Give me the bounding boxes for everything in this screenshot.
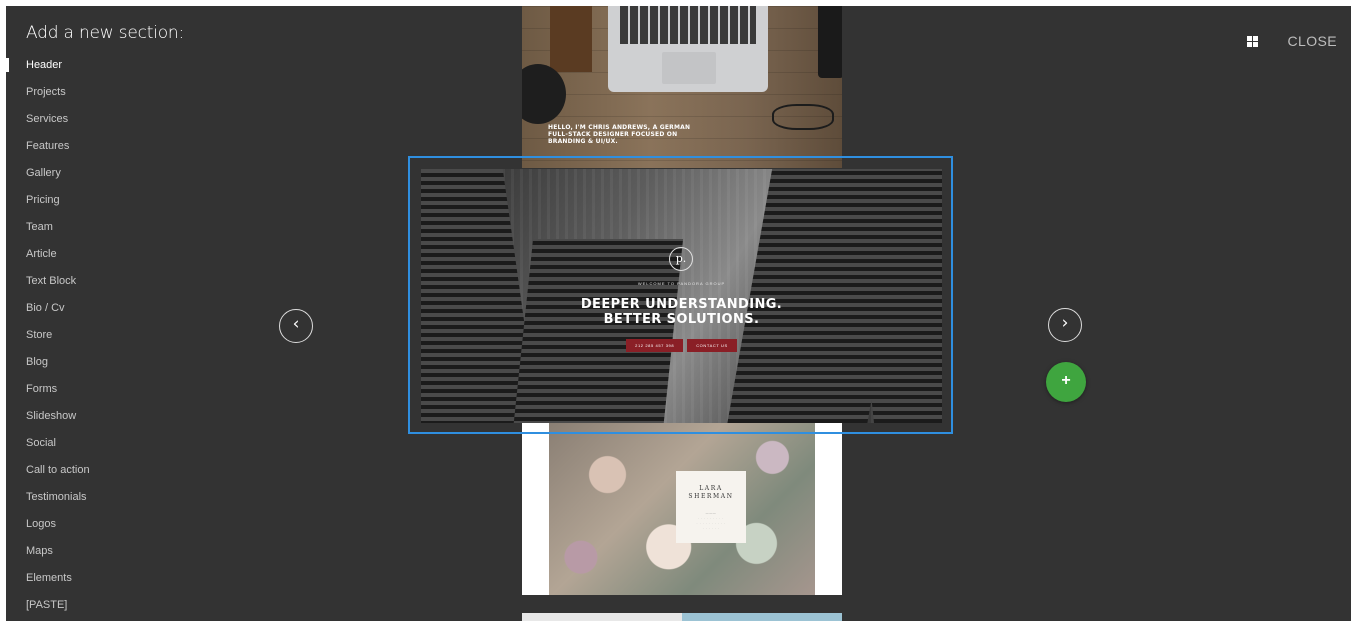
section-item-forms[interactable]: Forms: [6, 377, 90, 404]
section-item-testimonials[interactable]: Testimonials: [6, 485, 90, 512]
section-item-logos[interactable]: Logos: [6, 512, 90, 539]
skyscraper-image: [508, 239, 684, 423]
section-picker-overlay: Add a new section: Header Projects Servi…: [6, 6, 1351, 621]
preview-headline: DEEPER UNDERSTANDING. BETTER SOLUTIONS.: [421, 297, 942, 327]
section-item-projects[interactable]: Projects: [6, 80, 90, 107]
cap-image: [522, 64, 566, 124]
overlay-toolbar: CLOSE: [1246, 33, 1337, 49]
preview-buttons: 212 285 457 398 CONTACT US: [421, 339, 942, 352]
keyboard-image: [620, 6, 756, 44]
section-item-social[interactable]: Social: [6, 431, 90, 458]
section-item-call-to-action[interactable]: Call to action: [6, 458, 90, 485]
preview-welcome-text: WELCOME TO PANDORA GROUP: [637, 281, 726, 286]
section-item-blog[interactable]: Blog: [6, 350, 90, 377]
preview-phone-button: 212 285 457 398: [626, 339, 684, 352]
brand-logo-icon: p.: [669, 247, 693, 271]
trackpad-image: [662, 52, 716, 84]
section-item-article[interactable]: Article: [6, 242, 90, 269]
section-item-paste[interactable]: [PASTE]: [6, 593, 90, 620]
section-preview-header-floral[interactable]: LARA SHERMAN ——— · · · · · · · · · · · · ·…: [522, 423, 842, 595]
name-card: LARA SHERMAN ——— · · · · · · · · · · · · ·…: [676, 471, 746, 543]
section-item-slideshow[interactable]: Slideshow: [6, 404, 90, 431]
laptop-image: [608, 6, 768, 92]
previous-arrow-icon[interactable]: ‹: [279, 309, 313, 343]
section-item-bio-cv[interactable]: Bio / Cv: [6, 296, 90, 323]
section-item-maps[interactable]: Maps: [6, 539, 90, 566]
notebook-image: [550, 6, 592, 72]
preview-headline-line2: BETTER SOLUTIONS.: [603, 312, 760, 327]
name-card-first: LARA: [699, 485, 723, 492]
section-preview-next[interactable]: [522, 613, 842, 621]
preview-contact-button: CONTACT US: [687, 339, 737, 352]
name-card-last: SHERMAN: [688, 493, 734, 500]
add-section-button[interactable]: +: [1046, 362, 1086, 402]
section-item-pricing[interactable]: Pricing: [6, 188, 90, 215]
phone-image: [818, 6, 842, 78]
floral-background-image: LARA SHERMAN ——— · · · · · · · · · · · · ·…: [549, 423, 815, 595]
close-button[interactable]: CLOSE: [1288, 33, 1337, 49]
preview-headline-line1: DEEPER UNDERSTANDING.: [580, 297, 783, 312]
next-arrow-icon[interactable]: ›: [1048, 308, 1082, 342]
name-card-subtext: ——— · · · · · · · · · · · · · · · · · · · ·…: [696, 511, 726, 530]
section-item-elements[interactable]: Elements: [6, 566, 90, 593]
section-item-gallery[interactable]: Gallery: [6, 161, 90, 188]
section-item-team[interactable]: Team: [6, 215, 90, 242]
section-item-features[interactable]: Features: [6, 134, 90, 161]
glasses-image: [772, 104, 834, 130]
section-item-text-block[interactable]: Text Block: [6, 269, 90, 296]
section-item-services[interactable]: Services: [6, 107, 90, 134]
grid-view-icon[interactable]: [1246, 35, 1258, 47]
preview-intro-text: HELLO, I'M CHRIS ANDREWS, A GERMAN FULL-…: [548, 124, 691, 145]
section-item-store[interactable]: Store: [6, 323, 90, 350]
section-preview-header-designer[interactable]: HELLO, I'M CHRIS ANDREWS, A GERMAN FULL-…: [522, 6, 842, 168]
section-preview-selected[interactable]: p. WELCOME TO PANDORA GROUP DEEPER UNDER…: [421, 169, 942, 423]
section-item-header[interactable]: Header: [6, 53, 90, 80]
page-title: Add a new section:: [26, 23, 185, 43]
section-category-list: Header Projects Services Features Galler…: [6, 53, 90, 620]
